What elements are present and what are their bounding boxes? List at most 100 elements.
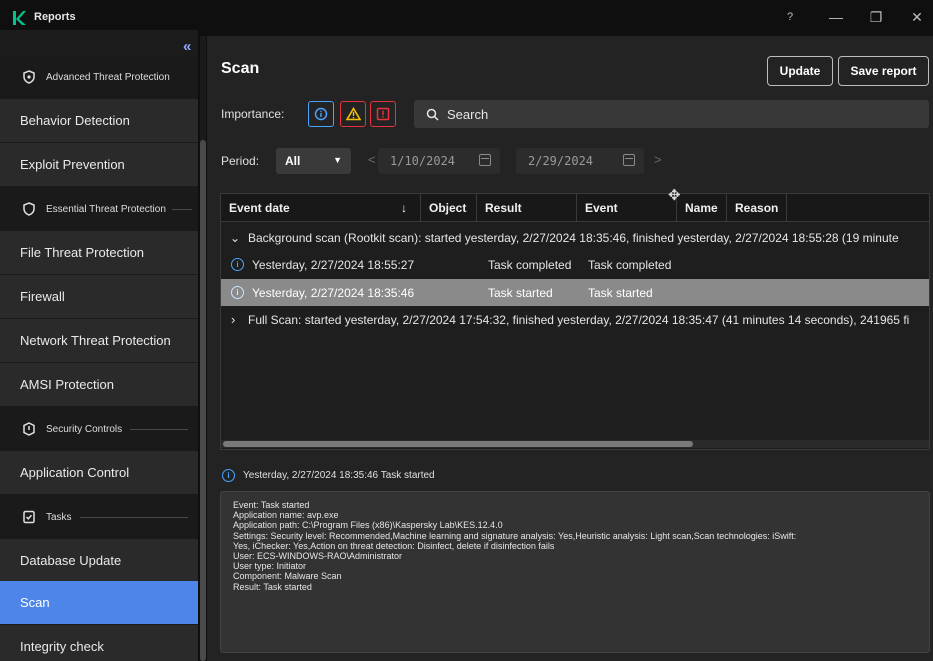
column-event-date[interactable]: Event date ↓ [221, 194, 421, 222]
group-summary: Full Scan: started yesterday, 2/27/2024 … [248, 312, 910, 327]
event-cell: Task started [588, 285, 653, 300]
info-icon: i [222, 469, 235, 482]
period-select[interactable]: All ▼ [276, 148, 351, 174]
table-horizontal-scrollbar[interactable] [221, 440, 929, 448]
date-to-value: 2/29/2024 [528, 154, 594, 168]
detail-line: Settings: Security level: Recommended,Ma… [233, 530, 797, 541]
details-heading: i Yesterday, 2/27/2024 18:35:46 Task sta… [222, 469, 435, 482]
column-reason[interactable]: Reason [727, 194, 787, 222]
sidebar-group-label: Advanced Threat Protection [46, 71, 170, 83]
info-icon: i [231, 286, 244, 299]
event-date-cell: i Yesterday, 2/27/2024 18:55:27 [231, 251, 414, 278]
importance-warning-toggle[interactable] [340, 101, 366, 127]
details-heading-text: Yesterday, 2/27/2024 18:35:46 Task start… [243, 470, 435, 481]
search-input[interactable]: Search [414, 100, 929, 128]
sidebar-scrollbar-thumb[interactable] [200, 140, 206, 661]
importance-info-toggle[interactable] [308, 101, 334, 127]
detail-line: Component: Malware Scan [233, 571, 342, 582]
detail-line: Application path: C:\Program Files (x86)… [233, 520, 503, 531]
close-button[interactable]: ✕ [907, 8, 927, 26]
column-name[interactable]: Name [677, 194, 727, 222]
sidebar-item-file-threat-protection[interactable]: File Threat Protection [0, 231, 198, 275]
sidebar-group-security-controls: Security Controls [0, 407, 198, 451]
date-to-field[interactable]: 2/29/2024 [516, 148, 644, 174]
sidebar-item-scan[interactable]: Scan [0, 581, 198, 625]
sidebar-item-application-control[interactable]: Application Control [0, 451, 198, 495]
detail-line: Event: Task started [233, 500, 310, 510]
sidebar-item-network-threat-protection[interactable]: Network Threat Protection [0, 319, 198, 363]
critical-icon [376, 107, 390, 121]
page-title: Scan [221, 60, 260, 77]
detail-line: User: ECS-WINDOWS-RAO\Administrator [233, 551, 403, 562]
column-event[interactable]: Event [577, 194, 677, 222]
sidebar-group-label: Tasks [46, 511, 72, 523]
warning-icon [345, 107, 361, 121]
chevron-down-icon[interactable]: ⌄ [230, 224, 240, 251]
date-from-field[interactable]: 1/10/2024 [378, 148, 500, 174]
table-group-row[interactable]: › Full Scan: started yesterday, 2/27/202… [221, 306, 929, 333]
update-button[interactable]: Update [767, 56, 833, 86]
period-value: All [285, 154, 301, 168]
importance-critical-toggle[interactable] [370, 101, 396, 127]
detail-line: Yes, iChecker: Yes,Action on threat dete… [233, 540, 555, 551]
event-cell: Task completed [588, 257, 672, 272]
sidebar-group-label: Essential Threat Protection [46, 203, 166, 215]
chevron-down-icon: ▼ [333, 155, 342, 165]
divider [171, 208, 192, 210]
sidebar-item-database-update[interactable]: Database Update [0, 539, 198, 583]
sidebar-item-exploit-prevention[interactable]: Exploit Prevention [0, 143, 198, 187]
table-group-row[interactable]: ⌄ Background scan (Rootkit scan): starte… [221, 224, 929, 251]
sidebar-group-label: Security Controls [46, 423, 123, 435]
info-icon [314, 107, 328, 121]
chevron-right-icon[interactable]: › [231, 306, 235, 333]
detail-line: User type: Initiator [233, 561, 307, 572]
details-panel[interactable]: Event: Task started Application name: av… [220, 491, 930, 653]
result-cell: Task completed [488, 257, 572, 272]
prev-period-button[interactable]: < [368, 152, 376, 167]
sidebar-group-advanced-threat-protection: Advanced Threat Protection [0, 55, 198, 99]
tasks-checklist-icon [23, 510, 35, 524]
shield-lock-icon [23, 70, 35, 84]
result-cell: Task started [488, 285, 553, 300]
group-summary: Background scan (Rootkit scan): started … [248, 230, 899, 245]
sidebar-item-integrity-check[interactable]: Integrity check [0, 625, 198, 661]
column-label: Event date [229, 201, 290, 215]
event-date-text: Yesterday, 2/27/2024 18:55:27 [252, 257, 415, 272]
sidebar-item-behavior-detection[interactable]: Behavior Detection [0, 99, 198, 143]
sidebar-item-amsi-protection[interactable]: AMSI Protection [0, 363, 198, 407]
info-icon: i [231, 258, 244, 271]
calendar-icon [479, 154, 491, 166]
column-result[interactable]: Result [477, 194, 577, 222]
divider [130, 428, 188, 430]
table-header: Event date ↓ Object Result Event Name Re… [221, 194, 929, 222]
period-label: Period: [221, 154, 260, 168]
sidebar-group-tasks: Tasks [0, 495, 198, 539]
event-date-text: Yesterday, 2/27/2024 18:35:46 [252, 285, 415, 300]
restore-button[interactable]: ❐ [866, 8, 886, 26]
detail-line: Result: Task started [233, 581, 312, 592]
minimize-button[interactable]: — [826, 8, 846, 26]
calendar-icon [623, 154, 635, 166]
divider [79, 516, 188, 518]
security-controls-icon [23, 422, 35, 436]
save-report-button[interactable]: Save report [838, 56, 929, 86]
search-placeholder: Search [447, 106, 489, 122]
event-date-cell: i Yesterday, 2/27/2024 18:35:46 [231, 279, 414, 306]
detail-line: Application name: avp.exe [233, 510, 339, 521]
collapse-sidebar-button[interactable]: « [183, 38, 191, 55]
sidebar-item-firewall[interactable]: Firewall [0, 275, 198, 319]
help-button[interactable]: ? [780, 8, 800, 26]
table-row-selected[interactable]: i Yesterday, 2/27/2024 18:35:46 Task sta… [221, 279, 929, 306]
next-period-button[interactable]: > [654, 152, 662, 167]
app-title: Reports [34, 11, 76, 23]
sort-down-icon: ↓ [401, 201, 407, 215]
kaspersky-logo-icon [13, 11, 26, 25]
move-cursor-icon: ✥ [668, 187, 681, 204]
column-object[interactable]: Object [421, 194, 477, 222]
date-from-value: 1/10/2024 [390, 154, 456, 168]
scrollbar-thumb[interactable] [223, 441, 693, 447]
table-row[interactable]: i Yesterday, 2/27/2024 18:55:27 Task com… [221, 251, 929, 278]
sidebar-group-essential-threat-protection: Essential Threat Protection [0, 187, 198, 231]
shield-icon [23, 202, 35, 216]
importance-label: Importance: [221, 107, 285, 121]
